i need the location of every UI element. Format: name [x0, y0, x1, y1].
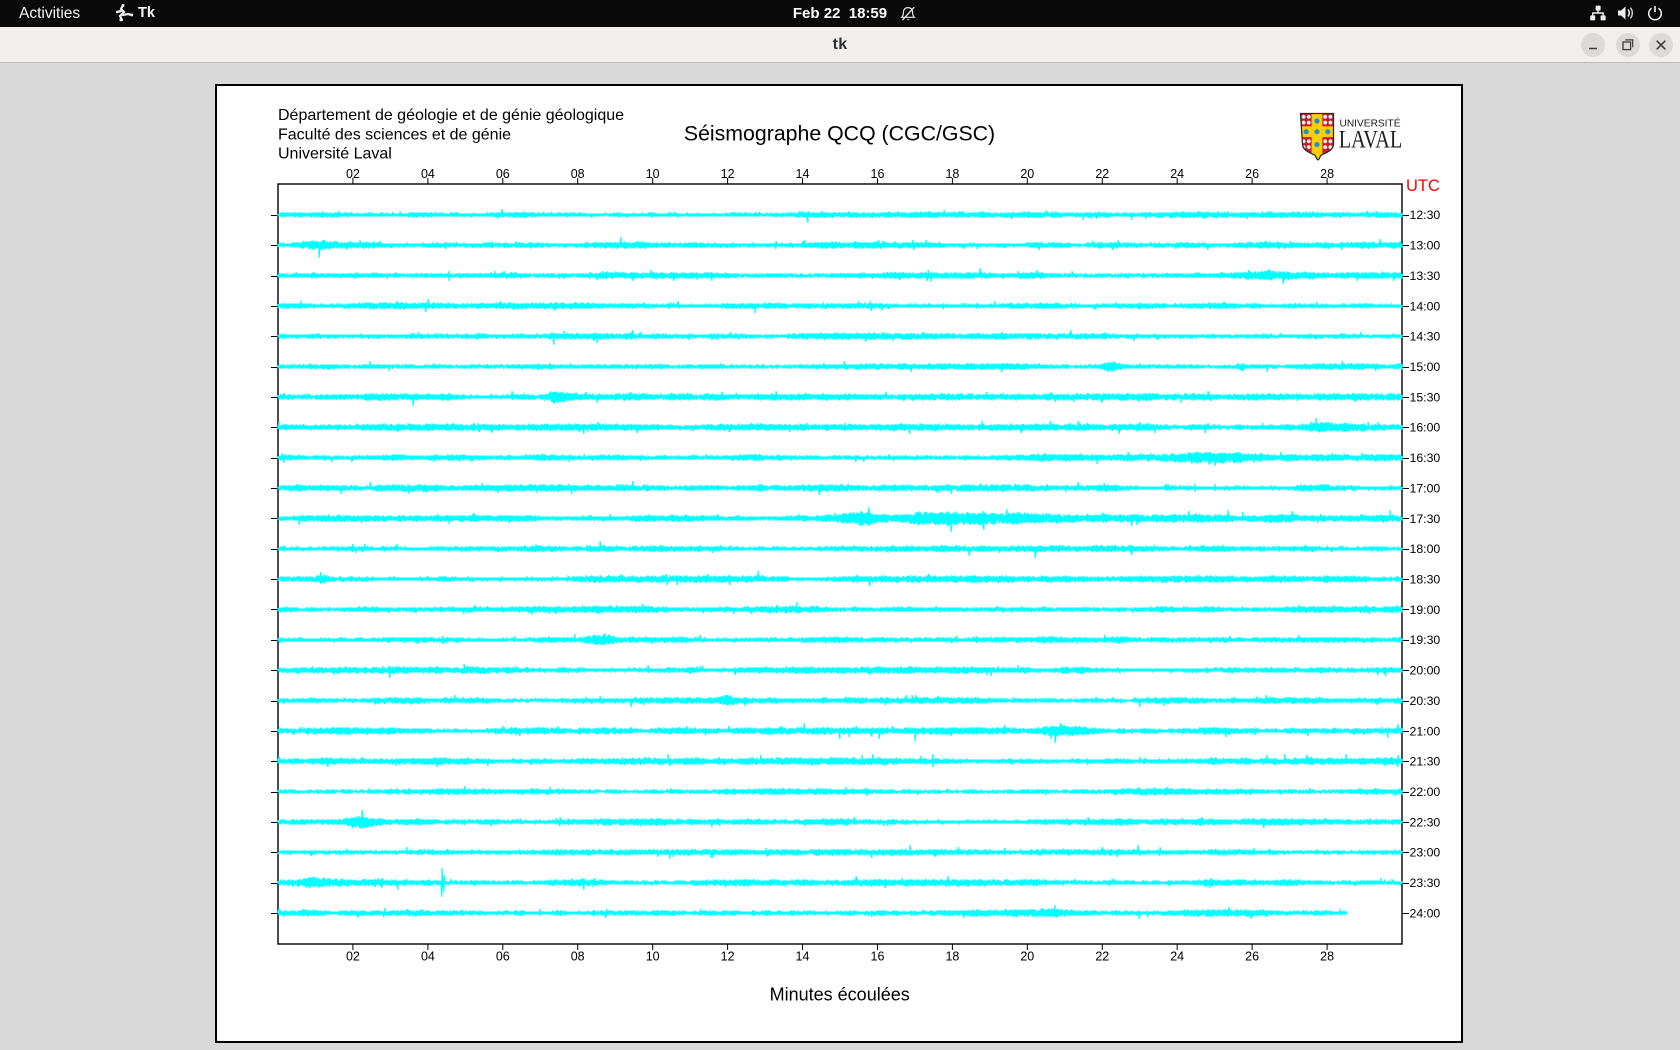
svg-text:14: 14	[796, 167, 810, 181]
svg-text:28: 28	[1320, 950, 1334, 964]
svg-text:24: 24	[1170, 950, 1184, 964]
svg-text:14: 14	[796, 950, 810, 964]
svg-text:04: 04	[421, 950, 435, 964]
svg-text:14:00: 14:00	[1410, 299, 1441, 313]
svg-text:UTC: UTC	[1406, 177, 1440, 195]
svg-text:18: 18	[945, 167, 959, 181]
svg-text:22: 22	[1095, 167, 1109, 181]
svg-text:14:30: 14:30	[1410, 330, 1441, 344]
svg-text:13:30: 13:30	[1410, 269, 1441, 283]
svg-text:12: 12	[721, 950, 735, 964]
svg-text:10: 10	[646, 167, 660, 181]
svg-text:20: 20	[1020, 950, 1034, 964]
svg-text:21:30: 21:30	[1410, 755, 1441, 769]
svg-text:19:00: 19:00	[1410, 603, 1441, 617]
svg-text:18:30: 18:30	[1410, 573, 1441, 587]
svg-text:20:30: 20:30	[1410, 694, 1441, 708]
svg-text:17:00: 17:00	[1410, 481, 1441, 495]
svg-text:21:00: 21:00	[1410, 724, 1441, 738]
svg-text:08: 08	[571, 167, 585, 181]
svg-text:16:30: 16:30	[1410, 451, 1441, 465]
svg-text:12:30: 12:30	[1410, 208, 1441, 222]
svg-text:Minutes écoulées: Minutes écoulées	[770, 985, 910, 1005]
svg-text:Université Laval: Université Laval	[278, 146, 392, 163]
svg-text:02: 02	[346, 167, 360, 181]
svg-text:10: 10	[646, 950, 660, 964]
svg-text:20:00: 20:00	[1410, 664, 1441, 678]
svg-text:17:30: 17:30	[1410, 512, 1441, 526]
svg-text:18: 18	[945, 950, 959, 964]
svg-text:12: 12	[721, 167, 735, 181]
svg-text:16: 16	[871, 950, 885, 964]
svg-text:23:30: 23:30	[1410, 876, 1441, 890]
svg-text:20: 20	[1020, 167, 1034, 181]
svg-text:04: 04	[421, 167, 435, 181]
svg-text:18:00: 18:00	[1410, 542, 1441, 556]
svg-text:Séismographe QCQ (CGC/GSC): Séismographe QCQ (CGC/GSC)	[684, 121, 995, 145]
svg-text:24:00: 24:00	[1410, 906, 1441, 920]
svg-text:26: 26	[1245, 950, 1259, 964]
svg-text:28: 28	[1320, 167, 1334, 181]
svg-text:22:00: 22:00	[1410, 785, 1441, 799]
svg-text:02: 02	[346, 950, 360, 964]
svg-text:Département de géologie et de: Département de géologie et de génie géol…	[278, 107, 624, 124]
svg-text:15:00: 15:00	[1410, 360, 1441, 374]
svg-text:22:30: 22:30	[1410, 815, 1441, 829]
svg-text:Faculté des sciences et de gén: Faculté des sciences et de génie	[278, 126, 511, 143]
svg-text:08: 08	[571, 950, 585, 964]
svg-text:24: 24	[1170, 167, 1184, 181]
svg-text:19:30: 19:30	[1410, 633, 1441, 647]
svg-text:06: 06	[496, 167, 510, 181]
svg-text:16:00: 16:00	[1410, 421, 1441, 435]
svg-text:15:30: 15:30	[1410, 390, 1441, 404]
svg-text:26: 26	[1245, 167, 1259, 181]
svg-text:06: 06	[496, 950, 510, 964]
svg-text:23:00: 23:00	[1410, 846, 1441, 860]
svg-text:22: 22	[1095, 950, 1109, 964]
svg-text:LAVAL: LAVAL	[1339, 127, 1403, 154]
svg-text:13:00: 13:00	[1410, 239, 1441, 253]
svg-text:16: 16	[871, 167, 885, 181]
